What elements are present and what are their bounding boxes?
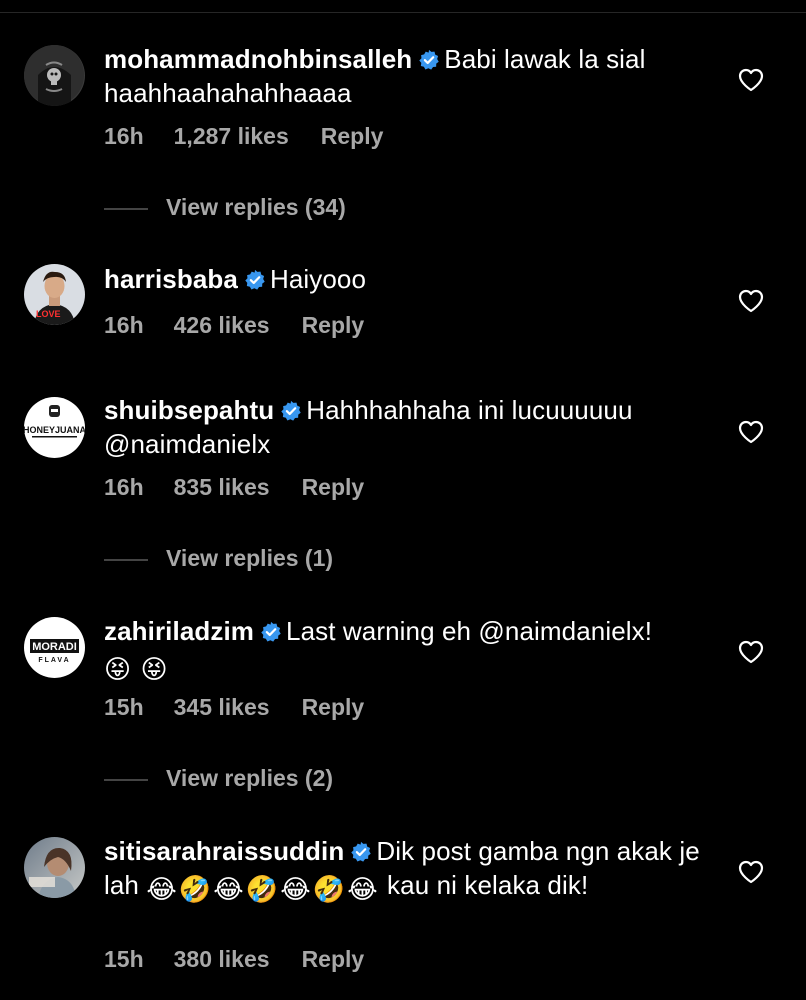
squinting-tongue-emoji: 😝 <box>104 654 132 684</box>
avatar[interactable]: MORADI FLAVA <box>24 617 85 678</box>
comment-body: sitisarahraissuddin Dik post gamba ngn ak… <box>104 836 714 905</box>
comment-meta: 15h 380 likes Reply <box>104 945 364 973</box>
tears-of-joy-emoji: 😂 <box>213 874 244 904</box>
reply-thread-line <box>104 558 148 561</box>
tears-of-joy-emoji: 😂 <box>280 874 311 904</box>
comment-likes[interactable]: 345 likes <box>174 694 270 720</box>
comment-time: 15h <box>104 694 144 720</box>
tears-of-joy-emoji: 😂 <box>146 874 177 904</box>
view-replies-label: View replies (1) <box>166 545 334 571</box>
reply-button[interactable]: Reply <box>302 694 365 720</box>
comment-username[interactable]: sitisarahraissuddin <box>104 836 344 866</box>
comment-text-continued: kau ni kelaka dik! <box>387 870 589 900</box>
comment-time: 15h <box>104 946 144 972</box>
comment-meta: 16h 835 likes Reply <box>104 473 364 501</box>
rolling-laughing-emoji: 🤣 <box>245 874 279 904</box>
comment-meta: 16h 426 likes Reply <box>104 311 364 339</box>
comment-time: 16h <box>104 312 144 338</box>
avatar-flava-text: FLAVA <box>38 657 70 664</box>
comment-body: mohammadnohbinsalleh Babi lawak la sial h… <box>104 44 714 109</box>
comment-body: zahiriladzim Last warning eh @naimdanielx… <box>104 616 714 685</box>
view-replies-button[interactable]: View replies (1) <box>104 543 333 573</box>
comment-username[interactable]: shuibsepahtu <box>104 395 274 425</box>
view-replies-button[interactable]: View replies (34) <box>104 192 346 222</box>
comment-body: shuibsepahtu Hahhhahhaha ini lucuuuuuu @n… <box>104 395 714 460</box>
avatar-love-text: LOVE <box>36 309 61 319</box>
avatar[interactable]: HONEYJUANA <box>24 397 85 458</box>
heart-icon[interactable] <box>738 640 764 664</box>
comment-meta: 15h 345 likes Reply <box>104 693 364 721</box>
heart-icon[interactable] <box>738 68 764 92</box>
heart-icon[interactable] <box>738 420 764 444</box>
verified-badge-icon <box>350 839 372 870</box>
avatar[interactable]: LOVE <box>24 264 85 325</box>
heart-icon[interactable] <box>738 860 764 884</box>
comment-time: 16h <box>104 123 144 149</box>
view-replies-label: View replies (2) <box>166 765 334 791</box>
heart-icon[interactable] <box>738 289 764 313</box>
avatar[interactable] <box>24 837 85 898</box>
comment-username[interactable]: harrisbaba <box>104 264 238 294</box>
reply-button[interactable]: Reply <box>302 946 365 972</box>
reply-button[interactable]: Reply <box>302 474 365 500</box>
avatar-honeyjuana-text: HONEYJUANA <box>24 425 85 435</box>
verified-badge-icon <box>418 47 440 78</box>
rolling-laughing-emoji: 🤣 <box>312 874 346 904</box>
reply-button[interactable]: Reply <box>321 123 384 149</box>
comment-likes[interactable]: 1,287 likes <box>174 123 289 149</box>
squinting-tongue-emoji: 😝 <box>140 654 168 684</box>
reply-thread-line <box>104 207 148 210</box>
reply-button[interactable]: Reply <box>302 312 365 338</box>
comment-text: Haiyooo <box>269 264 367 294</box>
comment-likes[interactable]: 835 likes <box>174 474 270 500</box>
comment-likes[interactable]: 426 likes <box>174 312 270 338</box>
reply-thread-line <box>104 778 148 781</box>
comment-text: Last warning eh @naimdanielx! <box>286 616 653 646</box>
comment-username[interactable]: mohammadnohbinsalleh <box>104 44 412 74</box>
rolling-laughing-emoji: 🤣 <box>178 874 212 904</box>
verified-badge-icon <box>280 398 302 429</box>
verified-badge-icon <box>244 267 266 298</box>
tears-of-joy-emoji: 😂 <box>347 874 378 904</box>
comment-likes[interactable]: 380 likes <box>174 946 270 972</box>
comment-username[interactable]: zahiriladzim <box>104 616 254 646</box>
verified-badge-icon <box>260 619 282 650</box>
view-replies-label: View replies (34) <box>166 194 346 220</box>
view-replies-button[interactable]: View replies (2) <box>104 763 333 793</box>
top-divider <box>0 12 806 13</box>
comment-time: 16h <box>104 474 144 500</box>
comment-meta: 16h 1,287 likes Reply <box>104 122 383 150</box>
comment-body: harrisbaba Haiyooo <box>104 264 714 298</box>
avatar[interactable] <box>24 45 85 106</box>
avatar-moradi-text: MORADI <box>32 641 77 653</box>
